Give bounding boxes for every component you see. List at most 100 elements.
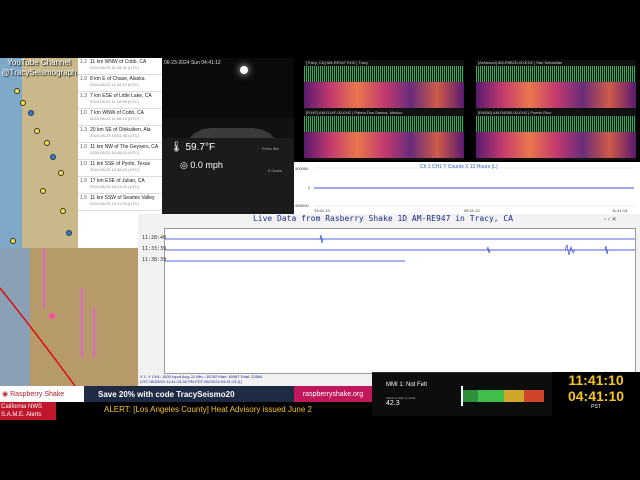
quake-marker (40, 188, 46, 194)
waveform-trace (476, 66, 636, 82)
seismic-map-top (0, 58, 78, 248)
fault-lines (0, 248, 95, 386)
quake-time: 2024-06-23 10:23:10 (UTC) (90, 184, 140, 189)
quake-time: 2024-06-23 11:12:59 (UTC) (90, 99, 139, 104)
quake-marker (44, 140, 50, 146)
quake-time: 2024-06-23 10:51:00 (UTC) (90, 133, 140, 138)
row-time-label: 11:38:39 (142, 257, 167, 263)
quake-time: 2024-06-23 10:38:03 (UTC) (90, 167, 140, 172)
list-item[interactable]: 1.2 11 km WNW of Cobb, CA 2024-06-23 11:34… (78, 58, 162, 75)
temperature-readout: 🌡 59.7°F (170, 142, 215, 153)
local-time: 04:41:10 (567, 388, 625, 404)
helicorder-traces (165, 234, 635, 262)
spectrogram-heatmap (304, 132, 464, 158)
mmi-segment (504, 390, 524, 402)
quake-magnitude: 1.0 (80, 161, 87, 167)
quake-time: 2024-06-23 10:11:34 (UTC) (90, 201, 139, 206)
list-item[interactable]: 1.9 8 km E of Chase, Alaska 2024-06-23 11:… (78, 75, 162, 92)
thermometer-icon: 🌡 (170, 142, 183, 153)
waveform-trace (304, 116, 464, 132)
helicorder-footer: X 1, Y CH1: 1500 Input Avg: 11 Min: -157… (140, 374, 262, 384)
channel-label-line1: YouTube Channel (7, 58, 71, 67)
quake-marker (20, 100, 26, 106)
clock-panel: 11:41:10 04:41:10 PST (552, 372, 640, 416)
row-time-label: 11:33:39 (142, 246, 167, 252)
list-item[interactable]: 1.0 11 km SSE of Pyote, Texas 2024-06-23 1… (78, 160, 162, 177)
quake-marker (28, 110, 34, 116)
quake-marker (10, 238, 16, 244)
quake-marker (60, 208, 66, 214)
raspberry-shake-logo: ◉ Raspberry Shake (0, 386, 84, 402)
spectrogram-panel: [Tracy, CA] AM-RE947 EHZ | Tracy (304, 60, 464, 110)
spectrogram-heatmap (304, 82, 464, 108)
mmi-title: MMI 1: Not Felt (386, 382, 428, 388)
minimize-icon[interactable]: ▫ (604, 217, 606, 223)
spectrogram-panel: [Ashwood] AM-R9B2D-00-EHZ | San Sebastia… (476, 60, 636, 110)
close-icon[interactable]: ✕ (612, 217, 617, 223)
alert-source-badge: California NWS S.A.M.E. Alerts (0, 402, 56, 420)
alert-source-line2: S.A.M.E. Alerts (1, 412, 42, 418)
wind-speed-value: 0.0 mph (190, 160, 223, 170)
mmi-intensity-bar (462, 390, 544, 402)
channel-label: YouTube Channel @TracySeismograph (0, 58, 78, 78)
wind-icon: ◎ (180, 160, 188, 170)
quake-time: 2024-06-23 11:24:10 (UTC) (90, 82, 139, 87)
list-item[interactable]: 1.0 11 km NW of The Geysers, CA 2024-06-23… (78, 143, 162, 160)
mmi-segment (524, 390, 544, 402)
weather-small-left: Feels like (262, 146, 279, 151)
footer-timestamp: UTC 06/23/24 11:41:13.39 PM PDT 06/23/24… (140, 379, 243, 384)
list-item[interactable]: 1.9 17 km ESE of Julian, CA 2024-06-23 10:… (78, 177, 162, 194)
quake-marker (34, 128, 40, 134)
quake-magnitude: 1.3 (80, 127, 87, 133)
spectrogram-panel: [R4550] AM-R4550-00-EHZ | Puerto Rico (476, 110, 636, 160)
quake-magnitude: 1.0 (80, 144, 87, 150)
row-time-label: 11:28:40 (142, 235, 167, 241)
quake-magnitude: 1.9 (80, 178, 87, 184)
timezone-label: PST (591, 404, 601, 410)
promo-link[interactable]: raspberryshake.org (294, 386, 372, 402)
x-tick-label: 05:41:13 (464, 208, 480, 213)
mmi-accel-value: 42.3 (386, 400, 400, 407)
spectrogram-heatmap (476, 132, 636, 158)
helicorder-12h-title: Ch 1 CH1 Y Counts X 12 Hours (L) (420, 164, 498, 170)
camera-sky (162, 58, 294, 118)
quake-marker (50, 154, 56, 160)
channel-label-line2: @TracySeismograph (1, 68, 77, 77)
list-item[interactable]: 1.3 20 km SE of Olokuiken, Ala 2024-06-23 … (78, 126, 162, 143)
mmi-segment (478, 390, 504, 402)
quake-marker (66, 230, 72, 236)
promo-text: Save 20% with code TracySeismo20 (98, 389, 235, 399)
camera-timestamp: 06-23-2024 Sun 04:41:12 (164, 60, 221, 66)
quake-time: 2024-06-23 10:48:13 (UTC) (90, 150, 140, 155)
weather-small-right: 0 Gusts (268, 168, 282, 173)
waveform-trace (304, 66, 464, 82)
quake-marker (58, 170, 64, 176)
shake-logo-icon: ◉ (2, 391, 9, 398)
waveform-trace (476, 116, 636, 132)
window-controls[interactable]: ▫ ▫ ✕ (604, 216, 617, 223)
temperature-value: 59.7°F (185, 142, 216, 153)
quake-magnitude: 1.2 (80, 59, 87, 65)
alert-ticker: ALERT: [Los Angeles County] Heat Advisor… (56, 402, 372, 420)
mmi-segment (462, 390, 478, 402)
list-item[interactable]: 1.3 7 km ESE of Little Lake, CA 2024-06-23… (78, 92, 162, 109)
list-item[interactable]: 1.0 7 km WNW of Cobb, CA 2024-06-23 11:06:… (78, 109, 162, 126)
spectrogram-panel: [R14F] AM-R14F-00-EHZ | Palma Dos Santos… (304, 110, 464, 160)
spectrogram-heatmap (476, 82, 636, 108)
mmi-indicator-needle (461, 386, 463, 406)
helicorder-main-title: Live Data from Rasberry Shake 1D AM-RE94… (252, 214, 514, 223)
logo-text: Raspberry Shake (10, 390, 65, 398)
helicorder-plot (164, 228, 636, 374)
map-land (22, 58, 78, 248)
x-tick-label: 11:41:13 (612, 208, 628, 213)
x-tick-label: 23:41:13 (314, 208, 330, 213)
maximize-icon[interactable]: ▫ (608, 217, 610, 223)
quake-marker (14, 88, 20, 94)
utc-time: 11:41:10 (568, 372, 624, 388)
quake-time: 2024-06-23 11:06:19 (UTC) (90, 116, 139, 121)
y-tick-label: -500000 (294, 203, 309, 208)
list-item[interactable]: 1.5 11 km SSW of Searles Valley 2024-06-23… (78, 194, 162, 211)
y-tick-label: 2 (308, 185, 311, 190)
quake-magnitude: 1.5 (80, 195, 87, 201)
quake-magnitude: 1.0 (80, 110, 87, 116)
